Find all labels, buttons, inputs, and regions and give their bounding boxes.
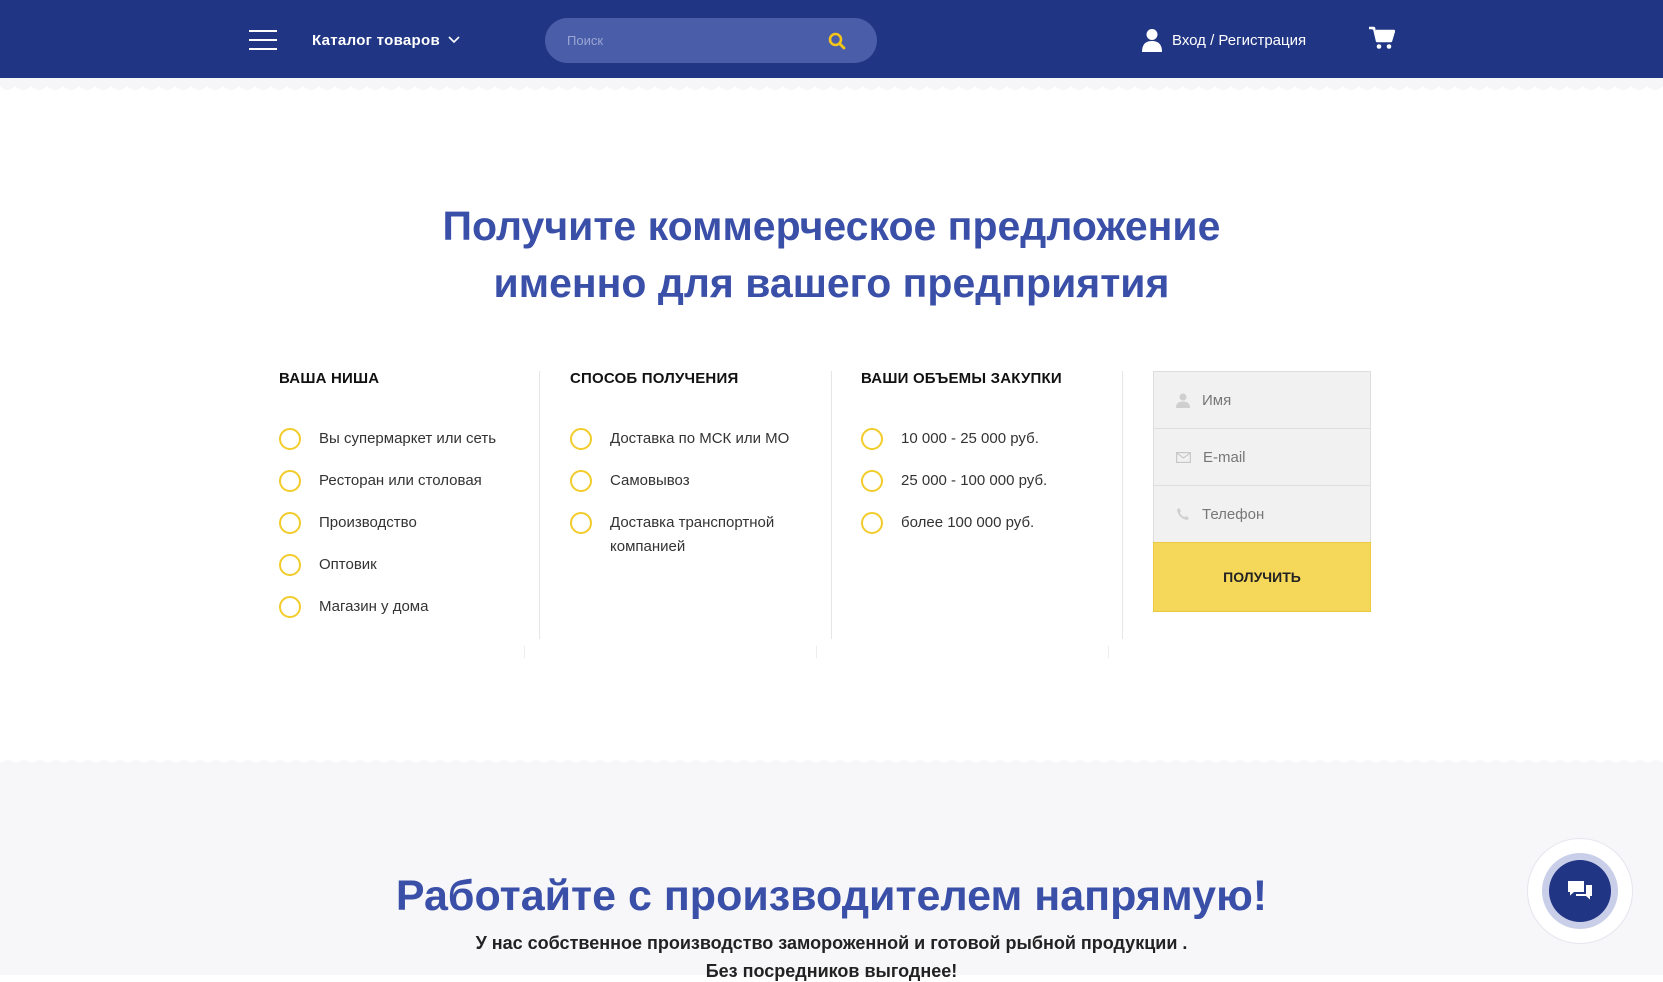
radio-circle-icon (279, 596, 301, 618)
volume-heading: ВАШИ ОБЪЕМЫ ЗАКУПКИ (861, 370, 1062, 387)
cart-icon[interactable] (1369, 26, 1395, 50)
search-input[interactable] (567, 18, 817, 63)
column-divider (1122, 371, 1123, 639)
option-label: Вы супермаркет или сеть (319, 430, 497, 447)
name-field-wrapper (1153, 371, 1371, 428)
column-divider (831, 371, 832, 639)
option-label: Магазин у дома (319, 598, 429, 615)
offer-title-line2: именно для вашего предприятия (493, 260, 1170, 306)
divider-tick (524, 646, 525, 658)
offer-form: ПОЛУЧИТЬ (1153, 371, 1371, 612)
phone-input[interactable] (1202, 505, 1352, 523)
option-label: Производство (319, 514, 417, 531)
option-label: Доставка транспортной компанией (610, 514, 775, 555)
delivery-column: СПОСОБ ПОЛУЧЕНИЯ (570, 370, 738, 387)
delivery-option[interactable]: Доставка по МСК или МО (570, 427, 789, 451)
option-label: Доставка по МСК или МО (610, 430, 790, 447)
get-offer-button[interactable]: ПОЛУЧИТЬ (1153, 542, 1371, 612)
email-field-wrapper (1153, 428, 1371, 485)
niche-option[interactable]: Оптовик (279, 553, 377, 577)
option-label: Ресторан или столовая (319, 472, 482, 489)
wave-divider-top (0, 78, 1663, 90)
divider-tick (1108, 646, 1109, 658)
radio-circle-icon (279, 470, 301, 492)
niche-option[interactable]: Ресторан или столовая (279, 469, 482, 493)
catalog-label: Каталог товаров (312, 31, 441, 49)
niche-option[interactable]: Магазин у дома (279, 595, 428, 619)
radio-circle-icon (279, 428, 301, 450)
volume-column: ВАШИ ОБЪЕМЫ ЗАКУПКИ (861, 370, 1062, 387)
option-label: 10 000 - 25 000 руб. (901, 430, 1039, 447)
phone-field-wrapper (1153, 485, 1371, 542)
offer-title-line1: Получите коммерческое предложение (442, 203, 1221, 249)
niche-heading: ВАША НИША (279, 370, 380, 387)
manufacturer-subtitle-2: Без посредников выгоднее! (705, 961, 958, 981)
search-icon[interactable] (827, 31, 847, 51)
phone-icon (1177, 508, 1189, 520)
volume-option[interactable]: 25 000 - 100 000 руб. (861, 469, 1047, 493)
catalog-dropdown[interactable]: Каталог товаров (312, 28, 460, 52)
login-register-link[interactable]: Вход / Регистрация (1142, 28, 1306, 52)
niche-option[interactable]: Производство (279, 511, 417, 535)
radio-circle-icon (279, 554, 301, 576)
chat-icon (1568, 881, 1592, 900)
option-label: Самовывоз (610, 472, 690, 489)
volume-option[interactable]: 10 000 - 25 000 руб. (861, 427, 1039, 451)
delivery-option[interactable]: Доставка транспортной компанией (570, 511, 810, 559)
user-icon (1142, 29, 1162, 52)
delivery-heading: СПОСОБ ПОЛУЧЕНИЯ (570, 370, 739, 387)
search-box (545, 18, 877, 63)
option-label: более 100 000 руб. (901, 514, 1035, 531)
login-label: Вход / Регистрация (1172, 31, 1307, 49)
radio-circle-icon (279, 512, 301, 534)
radio-circle-icon (570, 512, 592, 534)
name-input[interactable] (1202, 391, 1352, 409)
radio-circle-icon (861, 428, 883, 450)
envelope-icon (1176, 451, 1191, 463)
wave-divider-bottom (0, 760, 1663, 774)
delivery-option[interactable]: Самовывоз (570, 469, 690, 493)
option-label: Оптовик (319, 556, 377, 573)
volume-option[interactable]: более 100 000 руб. (861, 511, 1034, 535)
niche-option[interactable]: Вы супермаркет или сеть (279, 427, 496, 451)
top-header: Каталог товаров Вход / Регистрация (0, 0, 1663, 78)
offer-title: Получите коммерческое предложение именно… (0, 198, 1663, 312)
divider-tick (816, 646, 817, 658)
niche-column: ВАША НИША (279, 370, 379, 387)
manufacturer-subtitle: У нас собственное производство заморожен… (475, 933, 1188, 953)
radio-circle-icon (570, 470, 592, 492)
column-divider (539, 371, 540, 639)
radio-circle-icon (861, 470, 883, 492)
radio-circle-icon (861, 512, 883, 534)
manufacturer-title: Работайте с производителем напрямую! (395, 872, 1268, 920)
user-icon (1176, 393, 1190, 408)
chat-button[interactable] (1549, 860, 1611, 922)
radio-circle-icon (570, 428, 592, 450)
chevron-down-icon (448, 36, 460, 44)
hamburger-menu-icon[interactable] (249, 30, 277, 50)
option-label: 25 000 - 100 000 руб. (901, 472, 1048, 489)
email-input[interactable] (1203, 448, 1353, 466)
